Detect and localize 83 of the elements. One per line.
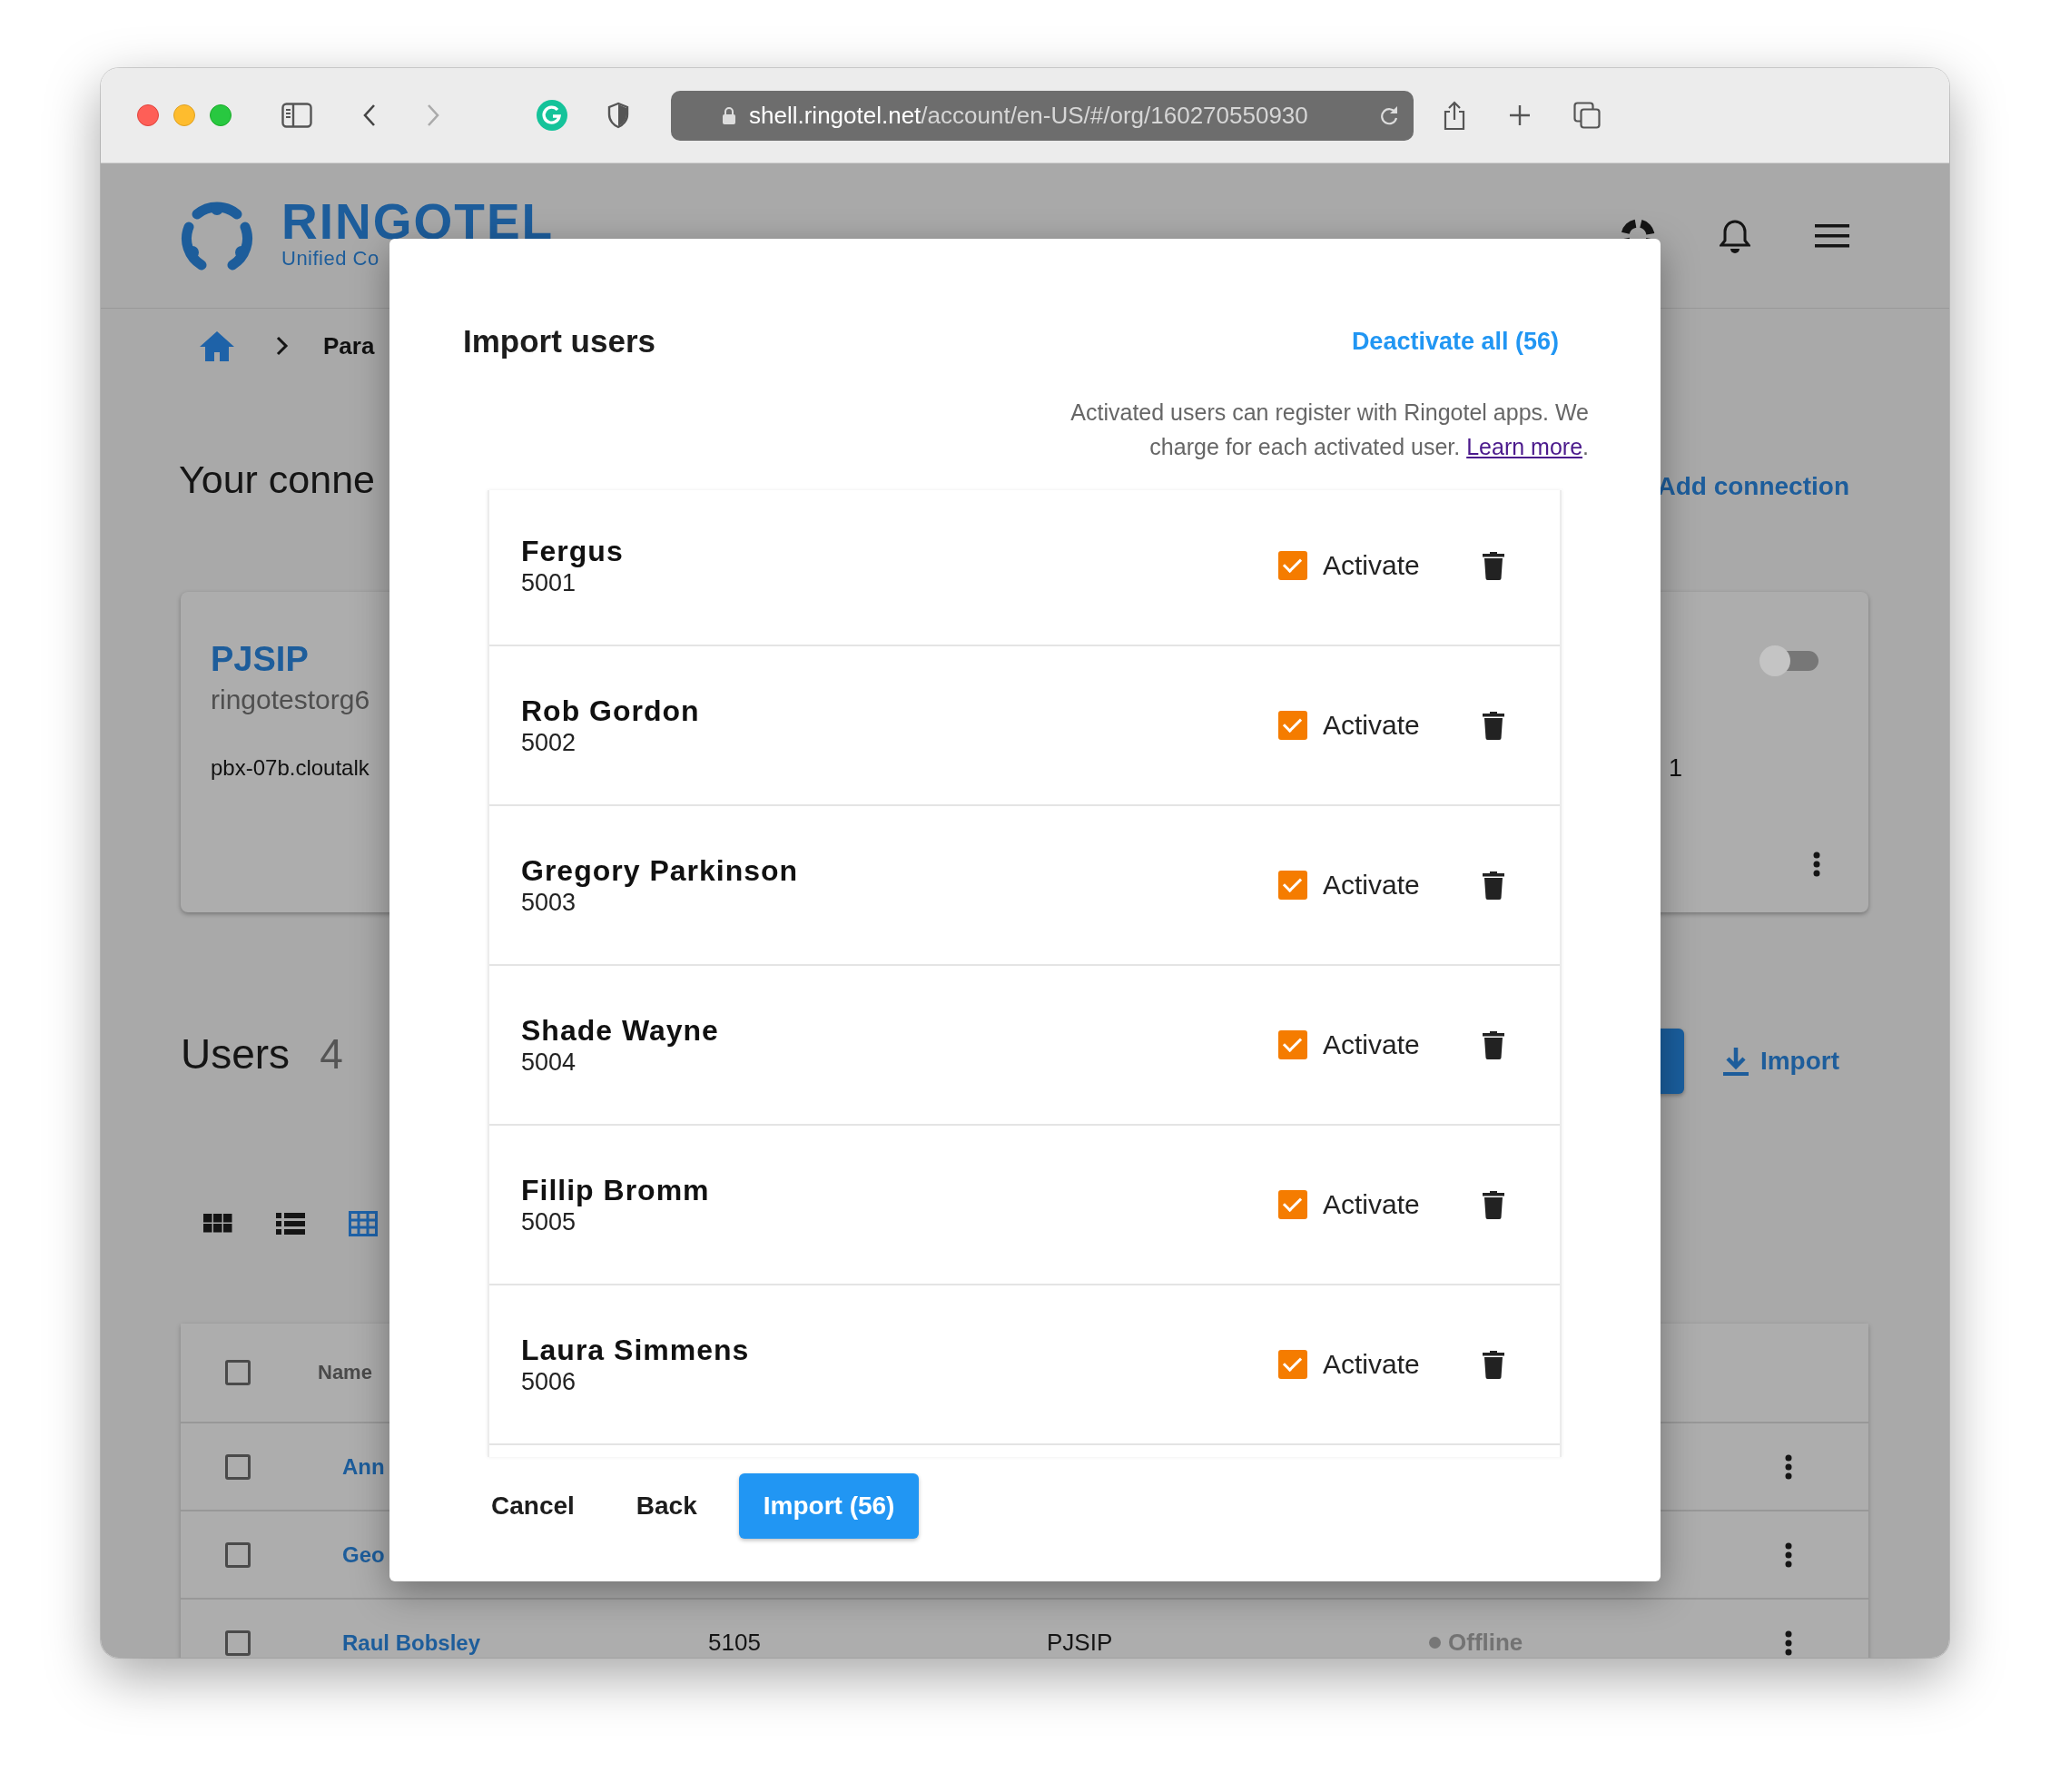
- tabs-icon[interactable]: [1573, 102, 1601, 129]
- more-icon[interactable]: [1813, 852, 1820, 877]
- trash-icon[interactable]: [1483, 1190, 1504, 1219]
- user-name-link[interactable]: Geo: [342, 1541, 385, 1567]
- import-link[interactable]: Import: [1721, 1046, 1839, 1077]
- checkbox[interactable]: [1278, 711, 1307, 740]
- sidebar-icon[interactable]: [281, 103, 312, 128]
- home-icon[interactable]: [199, 330, 235, 362]
- checkbox-label: Activate: [1323, 710, 1421, 741]
- trash-icon[interactable]: [1483, 1350, 1504, 1379]
- trash-icon[interactable]: [1483, 551, 1504, 580]
- back-icon[interactable]: [363, 103, 376, 127]
- more-icon[interactable]: [1785, 1541, 1792, 1568]
- address-bar[interactable]: shell.ringotel.net/account/en-US/#/org/160270550930: [671, 90, 1414, 141]
- new-tab-icon[interactable]: [1509, 104, 1531, 126]
- table-cell: PJSIP: [1047, 1629, 1113, 1656]
- shield-icon[interactable]: [607, 102, 629, 129]
- column-header: Name: [318, 1361, 372, 1384]
- status-text: Offline: [1448, 1629, 1523, 1657]
- user-name-link[interactable]: Ann: [342, 1453, 385, 1479]
- connection-host: pbx-07b.cloutalk: [211, 754, 370, 782]
- add-connection-link[interactable]: Add connection: [1657, 458, 1849, 501]
- checkbox-label: Activate: [1323, 1189, 1421, 1220]
- import-button[interactable]: Import (56): [738, 1473, 920, 1539]
- connection-org: ringotestorg6: [211, 684, 370, 716]
- user-name: Fergus: [521, 534, 625, 568]
- learn-more-link[interactable]: Learn more: [1466, 434, 1583, 459]
- checkbox[interactable]: [1278, 551, 1307, 580]
- user-name: Rob Gordon: [521, 694, 701, 728]
- section-title: Users: [181, 1029, 291, 1079]
- extension-number: 5005: [521, 1207, 577, 1236]
- extension-number: 5006: [521, 1367, 577, 1396]
- lock-icon: [722, 105, 736, 125]
- user-name: Laura Simmens: [521, 1333, 751, 1367]
- extension-number: 5001: [521, 568, 577, 597]
- list-view-icon[interactable]: [276, 1211, 305, 1236]
- menu-icon[interactable]: [1815, 223, 1849, 248]
- user-name: Gregory Parkinson: [521, 853, 800, 888]
- more-icon[interactable]: [1785, 1453, 1792, 1480]
- user-name: Shade Wayne: [521, 1013, 720, 1048]
- chevron-icon: [276, 336, 289, 356]
- download-icon: [1721, 1046, 1749, 1077]
- extension-number: 5004: [521, 1048, 577, 1077]
- status-dot: [1429, 1637, 1441, 1649]
- checkbox[interactable]: [1278, 1030, 1307, 1059]
- user-name: Fillip Bromm: [521, 1173, 711, 1207]
- checkbox[interactable]: [225, 1453, 251, 1480]
- user-name-link[interactable]: Raul Bobsley: [342, 1630, 481, 1655]
- info-text: Activated users can register with Ringotel apps. We charge for each activated user. Learn more.: [1069, 399, 1589, 461]
- checkbox-label: Activate: [1323, 550, 1421, 581]
- breadcrumb-item[interactable]: Para: [323, 331, 375, 360]
- checkbox[interactable]: [225, 1360, 251, 1385]
- checkbox-label: Activate: [1323, 1349, 1421, 1380]
- checkbox[interactable]: [1278, 871, 1307, 900]
- more-icon[interactable]: [1785, 1630, 1792, 1656]
- reload-icon[interactable]: [1379, 104, 1399, 126]
- close-button[interactable]: [137, 104, 159, 126]
- back-button[interactable]: Back: [616, 1473, 717, 1539]
- checkbox[interactable]: [1278, 1350, 1307, 1379]
- logo-text: RINGOTEL: [281, 194, 555, 248]
- toggle-switch[interactable]: [1757, 643, 1820, 679]
- checkbox-label: Activate: [1323, 870, 1421, 901]
- table-cell: 5105: [708, 1629, 761, 1656]
- dialog-title: Import users: [463, 323, 655, 359]
- checkbox[interactable]: [225, 1630, 251, 1656]
- cancel-button[interactable]: Cancel: [471, 1473, 595, 1539]
- extension-number: 5003: [521, 888, 577, 917]
- section-title: Your conne: [179, 457, 375, 502]
- trash-icon[interactable]: [1483, 871, 1504, 900]
- trash-icon[interactable]: [1483, 1030, 1504, 1059]
- user-count: 4: [320, 1029, 343, 1079]
- checkbox[interactable]: [225, 1541, 251, 1568]
- url-text: shell.ringotel.net/account/en-US/#/org/160270550930: [749, 101, 1308, 130]
- connection-detail: 1: [1669, 753, 1684, 783]
- connection-name[interactable]: PJSIP: [211, 639, 309, 679]
- share-icon[interactable]: [1443, 100, 1466, 131]
- checkbox[interactable]: [1278, 1190, 1307, 1219]
- checkbox-label: Activate: [1323, 1029, 1421, 1060]
- deactivate-all-button[interactable]: Deactivate all (56): [1351, 327, 1559, 356]
- logo-tagline: Unified Co: [281, 247, 380, 270]
- extension-number: 5002: [521, 728, 577, 757]
- grid-view-icon[interactable]: [349, 1211, 378, 1236]
- trash-icon[interactable]: [1483, 711, 1504, 740]
